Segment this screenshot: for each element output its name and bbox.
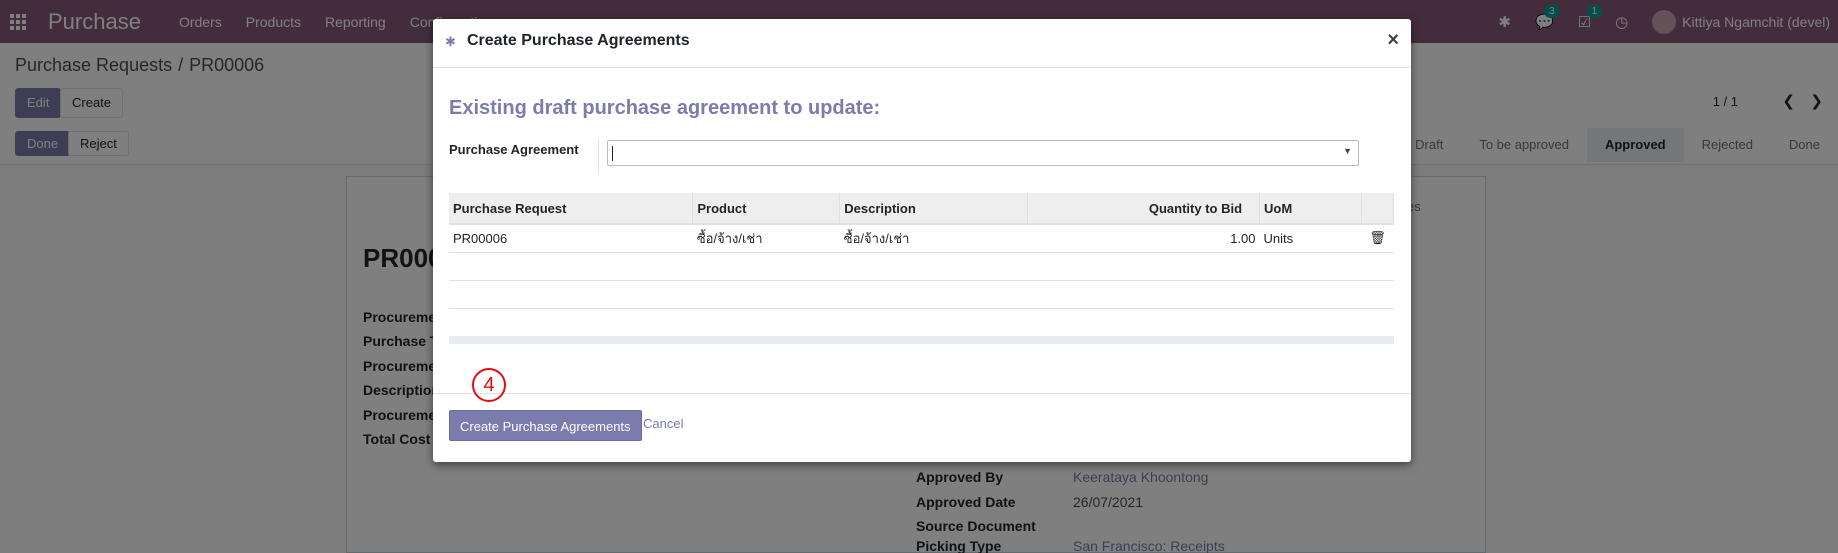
purchase-agreement-select[interactable]: ▼	[607, 140, 1359, 166]
cell-description[interactable]: ซื้อ/จ้าง/เช่า	[839, 224, 1028, 253]
column-header-quantity[interactable]: Quantity to Bid	[1027, 193, 1261, 225]
bug-icon: ✱	[445, 34, 456, 49]
cell-purchase-request[interactable]: PR00006	[449, 224, 693, 253]
table-row[interactable]: PR00006 ซื้อ/จ้าง/เช่า ซื้อ/จ้าง/เช่า 1.…	[449, 224, 1394, 253]
cell-quantity[interactable]: 1.00	[1027, 224, 1260, 253]
cell-product[interactable]: ซื้อ/จ้าง/เช่า	[692, 224, 840, 253]
column-header-product[interactable]: Product	[692, 193, 841, 225]
column-header-description[interactable]: Description	[839, 193, 1029, 225]
close-icon[interactable]: ×	[1387, 29, 1399, 52]
column-header-actions	[1361, 193, 1395, 225]
lines-table: Purchase Request Product Description Qua…	[449, 193, 1395, 309]
create-purchase-agreements-button[interactable]: Create Purchase Agreements	[449, 410, 642, 441]
cell-uom[interactable]: Units	[1259, 224, 1362, 253]
dropdown-caret-icon[interactable]: ▼	[1343, 146, 1352, 156]
step-marker: 4	[472, 368, 506, 402]
text-caret	[612, 146, 613, 161]
column-header-uom[interactable]: UoM	[1259, 193, 1362, 225]
empty-row	[449, 252, 1394, 281]
cancel-button[interactable]: Cancel	[643, 416, 683, 431]
horizontal-scrollbar[interactable]	[449, 336, 1394, 344]
trash-icon[interactable]: 🗑	[1361, 224, 1394, 253]
section-title: Existing draft purchase agreement to upd…	[449, 97, 881, 119]
empty-row	[449, 280, 1394, 309]
purchase-agreement-label: Purchase Agreement	[449, 142, 579, 157]
modal-title: Create Purchase Agreements	[467, 32, 690, 49]
create-purchase-agreements-dialog: ✱ Create Purchase Agreements × Existing …	[433, 19, 1411, 462]
column-header-purchase-request[interactable]: Purchase Request	[449, 193, 694, 225]
modal-header: ✱ Create Purchase Agreements ×	[433, 19, 1411, 68]
field-divider	[598, 140, 599, 174]
